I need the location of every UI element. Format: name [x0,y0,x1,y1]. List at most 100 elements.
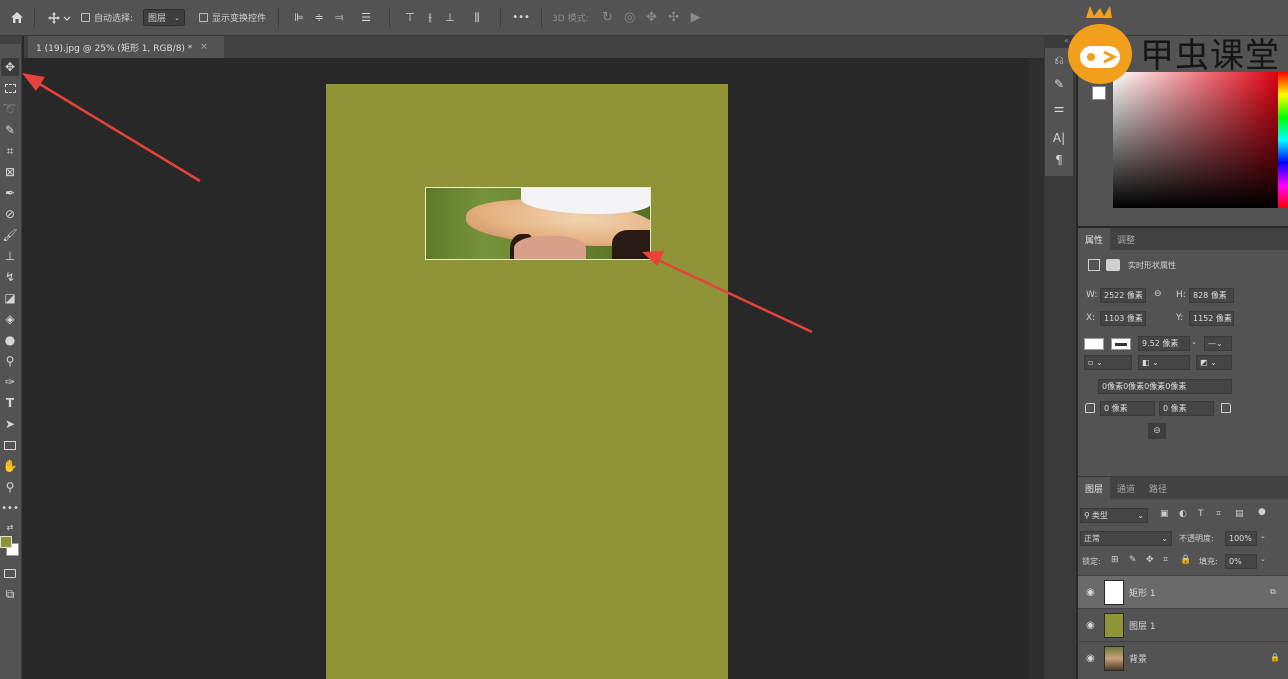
layer-filter-dropdown[interactable]: ⚲ 类型 ⌄ [1080,508,1148,523]
visibility-eye-icon[interactable]: ◉ [1086,587,1095,598]
align-bottom-icon[interactable]: ⊥ [440,8,460,28]
pen-tool-icon[interactable]: ✑ [1,373,19,391]
chevron-down-icon[interactable]: ⌄ [1191,338,1197,346]
lock-position-icon[interactable]: ✥ [1146,555,1154,565]
swap-colors-icon[interactable]: ⇄ [1,518,19,536]
stroke-align-dropdown[interactable]: ▫ ⌄ [1084,355,1132,370]
distribute-vertical-icon[interactable]: ⫼ [464,8,490,28]
stroke-width-field[interactable]: 9.52 像素 [1138,336,1190,351]
blend-mode-dropdown[interactable]: 正常 ⌄ [1080,531,1172,546]
document-canvas[interactable] [326,84,728,679]
move-tool-icon[interactable]: ✥ [1,58,19,76]
clipped-photo-rectangle[interactable] [425,187,651,260]
distribute-horizontal-icon[interactable]: ☰ [353,8,379,28]
filter-shape-icon[interactable]: ⌗ [1216,509,1221,519]
character-panel-icon[interactable]: A| [1051,130,1067,146]
height-field[interactable]: 828 像素 [1189,288,1234,303]
stroke-corner-dropdown[interactable]: ◩ ⌄ [1196,355,1232,370]
zoom-tool-icon[interactable]: ⚲ [1,478,19,496]
chevron-down-icon[interactable]: ⌄ [1260,532,1266,540]
filter-adjustment-icon[interactable]: ◐ [1179,509,1187,519]
stroke-color-swatch[interactable] [1111,338,1131,350]
move-tool-preset-icon[interactable] [45,8,75,28]
vertical-scrollbar[interactable] [1029,58,1044,679]
corner-radius-all-field[interactable]: 0像素0像素0像素0像素 [1098,379,1232,394]
canvas-area[interactable] [24,58,1029,679]
3d-orbit-icon[interactable]: ↻ [597,8,619,28]
tab-adjustments[interactable]: 调整 [1110,228,1142,250]
align-hcenter-icon[interactable]: ≑ [309,8,329,28]
corner-radius-topleft-field[interactable]: 0 像素 [1100,401,1155,416]
link-corners-icon[interactable]: ⊖ [1148,423,1166,439]
y-position-field[interactable]: 1152 像素 [1189,311,1234,326]
width-field[interactable]: 2522 像素 [1100,288,1146,303]
history-brush-tool-icon[interactable]: ↯ [1,268,19,286]
frame-tool-icon[interactable]: ⊠ [1,163,19,181]
filter-smart-object-icon[interactable]: ▤ [1235,509,1244,519]
quick-mask-icon[interactable] [1,564,19,582]
screen-mode-icon[interactable]: ⧉ [1,585,19,603]
eraser-tool-icon[interactable]: ◪ [1,289,19,307]
filter-type-icon[interactable]: T [1198,509,1204,519]
paint-bucket-tool-icon[interactable]: ◈ [1,310,19,328]
tab-properties[interactable]: 属性 [1078,228,1111,250]
lock-image-icon[interactable]: ✎ [1129,555,1137,565]
chevron-down-icon[interactable]: ⌄ [1260,555,1266,563]
brush-tool-icon[interactable]: 🖌 [1,226,19,244]
layer-row[interactable]: ◉ 图层 1 [1078,608,1288,641]
path-selection-tool-icon[interactable]: ➤ [1,415,19,433]
align-vcenter-icon[interactable]: ⫲ [420,8,440,28]
link-dimensions-icon[interactable]: ⊖ [1154,289,1162,299]
close-icon[interactable]: × [200,42,208,52]
stroke-type-dropdown[interactable]: —⌄ [1204,336,1232,351]
hand-tool-icon[interactable]: ✋ [1,457,19,475]
document-tab[interactable]: 1 (19).jpg @ 25% (矩形 1, RGB/8) * × [28,36,224,58]
paragraph-panel-icon[interactable]: ¶ [1051,152,1067,168]
quick-selection-tool-icon[interactable]: ✎ [1,121,19,139]
lock-all-icon[interactable]: 🔒 [1180,555,1191,565]
auto-select-checkbox[interactable] [81,13,90,22]
corner-radius-topright-field[interactable]: 0 像素 [1159,401,1214,416]
visibility-eye-icon[interactable]: ◉ [1086,620,1095,631]
blur-tool-icon[interactable]: ● [1,331,19,349]
home-icon[interactable] [2,8,32,28]
mask-properties-icon[interactable] [1106,259,1120,271]
adjustments-panel-icon[interactable]: ⚌ [1051,100,1067,116]
x-position-field[interactable]: 1103 像素 [1100,311,1146,326]
marquee-tool-icon[interactable] [1,79,19,97]
3d-roll-icon[interactable]: ◎ [619,8,641,28]
type-tool-icon[interactable]: T [1,394,19,412]
lasso-tool-icon[interactable]: ➰ [1,100,19,118]
filter-toggle-icon[interactable]: ● [1258,507,1266,517]
edit-toolbar-icon[interactable]: ••• [1,499,19,517]
show-transform-checkbox[interactable] [199,13,209,22]
healing-brush-tool-icon[interactable]: ⊘ [1,205,19,223]
lock-transparent-icon[interactable]: ⊞ [1111,555,1119,565]
visibility-eye-icon[interactable]: ◉ [1086,653,1095,664]
layer-row[interactable]: ◉ 背景 🔒 [1078,641,1288,674]
3d-camera-icon[interactable]: ▶ [685,8,707,28]
fill-field[interactable]: 0% [1225,554,1257,569]
3d-pan-icon[interactable]: ✥ [641,8,663,28]
tab-paths[interactable]: 路径 [1142,477,1174,499]
fill-color-swatch[interactable] [1084,338,1104,350]
align-left-icon[interactable]: ⊫ [289,8,309,28]
lock-artboard-icon[interactable]: ⌗ [1163,555,1168,565]
tab-layers[interactable]: 图层 [1078,477,1111,499]
filter-pixel-icon[interactable]: ▣ [1160,509,1169,519]
eyedropper-tool-icon[interactable]: ✒ [1,184,19,202]
3d-slide-icon[interactable]: ✣ [663,8,685,28]
tab-channels[interactable]: 通道 [1110,477,1142,499]
foreground-color-swatch[interactable] [0,536,12,548]
auto-select-dropdown[interactable]: 图层 ⌄ [143,9,186,26]
more-options-icon[interactable]: ••• [511,8,531,28]
opacity-field[interactable]: 100% [1225,531,1257,546]
crop-tool-icon[interactable]: ⌗ [1,142,19,160]
layer-row[interactable]: ◉ 矩形 1 ⧉ [1078,575,1288,608]
stroke-cap-dropdown[interactable]: ◧ ⌄ [1138,355,1190,370]
align-right-icon[interactable]: ⫤ [329,8,349,28]
dodge-tool-icon[interactable]: ⚲ [1,352,19,370]
align-top-icon[interactable]: ⊤ [400,8,420,28]
clone-stamp-tool-icon[interactable]: ⊥ [1,247,19,265]
rectangle-tool-icon[interactable] [1,436,19,454]
